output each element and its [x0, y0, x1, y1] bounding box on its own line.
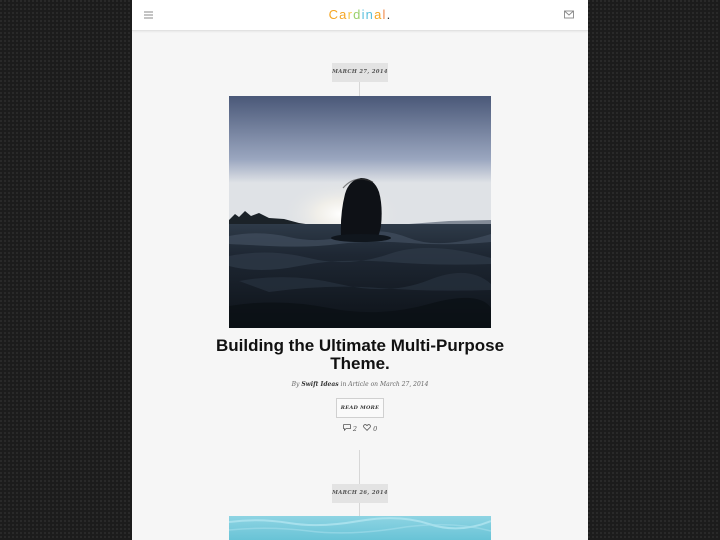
post-stats: 2 0 [132, 424, 588, 433]
comments-count: 2 [352, 424, 357, 433]
post-meta: By Swift Ideas in Article on March 27, 2… [132, 381, 588, 388]
timeline-line [359, 503, 360, 517]
post-meta-date: March 27, 2014 [379, 381, 429, 388]
timeline-line [359, 450, 360, 484]
read-more-button[interactable]: READ MORE [336, 398, 384, 418]
logo-letter: n [365, 7, 375, 22]
logo-letter: d [353, 7, 362, 22]
meta-on: on [370, 381, 379, 388]
page-container: Cardinal. MARCH 27, 2014 Building the Ul… [132, 0, 588, 540]
site-header: Cardinal. [132, 0, 588, 31]
heart-icon [363, 424, 371, 433]
logo-letter: C [328, 7, 340, 22]
post-author-link[interactable]: Swift Ideas [301, 381, 338, 388]
likes-count: 0 [373, 424, 378, 433]
logo-letter: a [374, 7, 383, 22]
meta-in: in [340, 381, 347, 388]
logo-letter: . [386, 7, 392, 22]
timeline-line [359, 82, 360, 96]
post-date-tag: MARCH 27, 2014 [332, 63, 388, 82]
comments-link[interactable]: 2 [342, 424, 357, 433]
post-featured-image[interactable] [229, 516, 491, 540]
post-title[interactable]: Building the Ultimate Multi-Purpose Them… [212, 337, 508, 373]
contact-button[interactable] [564, 10, 574, 19]
comment-icon [342, 424, 351, 433]
post-category-link[interactable]: Article [348, 381, 368, 388]
post-date-tag: MARCH 26, 2014 [332, 484, 388, 503]
logo-letter: a [339, 7, 348, 22]
likes-link[interactable]: 0 [363, 424, 377, 433]
post-featured-image[interactable] [229, 96, 491, 328]
envelope-icon [564, 10, 574, 19]
meta-by: By [291, 381, 300, 388]
site-logo[interactable]: Cardinal. [132, 7, 588, 22]
